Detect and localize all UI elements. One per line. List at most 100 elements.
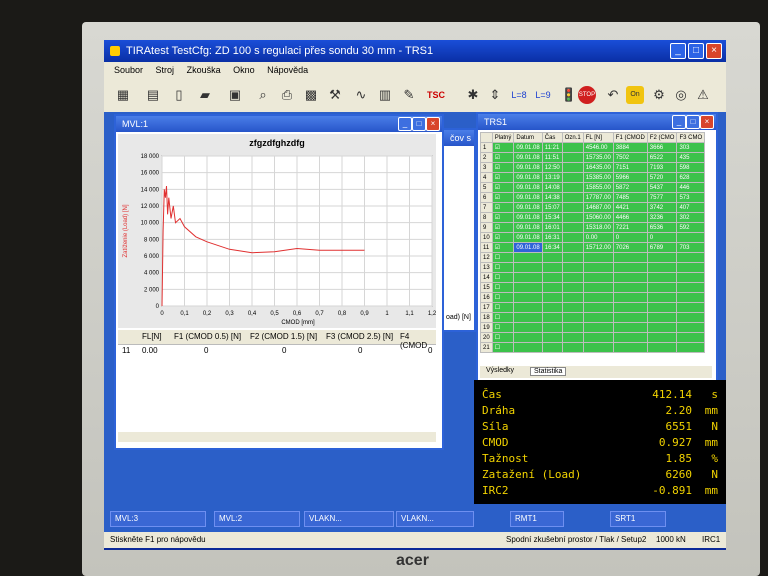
table-row[interactable]: 12 ☐ <box>480 252 706 263</box>
task-mvl2[interactable]: MVL:2 <box>214 511 300 527</box>
trs1-cell[interactable]: 09.01.08 <box>513 232 543 243</box>
trs1-cell[interactable] <box>582 282 614 293</box>
trs1-cell[interactable]: 6 <box>480 192 493 203</box>
trs1-cell[interactable]: 09.01.08 <box>513 142 543 153</box>
save-icon[interactable]: ▣ <box>226 86 244 104</box>
table-row[interactable]: 10 ☑ 09.01.08 16:31 0.00 0 0 <box>480 232 706 243</box>
trs1-cell[interactable] <box>612 332 648 343</box>
trs1-cell[interactable]: 302 <box>676 212 706 223</box>
trs1-cell[interactable]: ☑ <box>491 192 515 203</box>
trs1-cell[interactable] <box>646 272 678 283</box>
trs1-cell[interactable]: 14687.00 <box>582 202 614 213</box>
table-row[interactable]: 7 ☑ 09.01.08 15:07 14687.00 4421 3742 407 <box>480 202 706 213</box>
mvl1-window[interactable]: MVL:1 _ □ × zfgzdfghzdfg 0 2 000 4 000 6 00… <box>114 114 444 450</box>
tsc-button[interactable]: TSC <box>424 86 448 104</box>
trs1-cell[interactable]: ☑ <box>491 172 515 183</box>
trs1-cell[interactable]: 628 <box>676 172 706 183</box>
trs1-close-button[interactable]: × <box>700 115 714 129</box>
trs1-cell[interactable] <box>541 292 563 303</box>
trs1-cell[interactable]: 407 <box>676 202 706 213</box>
trs1-cell[interactable] <box>541 332 563 343</box>
trs1-cell[interactable]: 12:50 <box>541 162 563 173</box>
trs1-cell[interactable] <box>561 242 584 253</box>
menu-okno[interactable]: Okno <box>233 65 255 75</box>
trs1-cell[interactable]: 7485 <box>612 192 648 203</box>
trs1-cell[interactable]: 18 <box>480 312 493 323</box>
trs1-cell[interactable] <box>561 182 584 193</box>
trs1-cell[interactable]: 3742 <box>646 202 678 213</box>
trs1-cell[interactable]: 0.00 <box>582 232 614 243</box>
trs1-cell[interactable] <box>676 342 706 353</box>
table-row[interactable]: 19 ☐ <box>480 322 706 333</box>
target-icon[interactable]: ◎ <box>672 86 690 104</box>
chart-settings-icon[interactable]: ▩ <box>302 86 320 104</box>
trs1-cell[interactable]: ☐ <box>491 272 515 283</box>
trs1-cell[interactable] <box>676 272 706 283</box>
trs1-cell[interactable] <box>676 262 706 273</box>
table-row[interactable]: 13 ☐ <box>480 262 706 273</box>
trs1-cell[interactable]: ☑ <box>491 212 515 223</box>
trs1-cell[interactable]: 435 <box>676 152 706 163</box>
trs1-cell[interactable]: 1 <box>480 142 493 153</box>
trs1-cell[interactable]: 4 <box>480 172 493 183</box>
trs1-cell[interactable]: 09.01.08 <box>513 182 543 193</box>
trs1-cell[interactable]: 7193 <box>646 162 678 173</box>
trs1-cell[interactable]: 12 <box>480 252 493 263</box>
trs1-cell[interactable] <box>612 312 648 323</box>
task-vlakn1[interactable]: VLAKN... <box>304 511 394 527</box>
trs1-cell[interactable]: 13:19 <box>541 172 563 183</box>
trs1-cell[interactable]: 7502 <box>612 152 648 163</box>
trs1-cell[interactable] <box>676 282 706 293</box>
trs1-cell[interactable]: ☑ <box>491 162 515 173</box>
trs1-cell[interactable]: 09.01.08 <box>513 202 543 213</box>
trs1-cell[interactable] <box>541 262 563 273</box>
trs1-cell[interactable] <box>561 152 584 163</box>
trs1-cell[interactable] <box>541 272 563 283</box>
l9-button[interactable]: L=9 <box>532 86 554 104</box>
stop-icon[interactable]: STOP <box>578 86 596 104</box>
trs1-cell[interactable] <box>612 342 648 353</box>
trs1-cell[interactable] <box>541 342 563 353</box>
trs1-cell[interactable]: 4546.00 <box>582 142 614 153</box>
trs1-cell[interactable]: ☑ <box>491 222 515 233</box>
task-vlakn2[interactable]: VLAKN... <box>396 511 474 527</box>
trs1-cell[interactable] <box>561 222 584 233</box>
trs1-col-header[interactable]: Datum <box>513 132 543 143</box>
trs1-cell[interactable] <box>646 312 678 323</box>
table-row[interactable]: 5 ☑ 09.01.08 14:08 15855.00 5872 5437 446 <box>480 182 706 193</box>
trs1-cell[interactable] <box>541 302 563 313</box>
tab-statistika[interactable]: Statistika <box>530 367 567 376</box>
mvl1-minimize-button[interactable]: _ <box>398 117 412 131</box>
trs1-cell[interactable] <box>612 272 648 283</box>
trs1-cell[interactable] <box>561 302 584 313</box>
trs1-cell[interactable]: 9 <box>480 222 493 233</box>
table-row[interactable]: 9 ☑ 09.01.08 16:01 15318.00 7221 6536 592 <box>480 222 706 233</box>
trs1-maximize-button[interactable]: □ <box>686 115 700 129</box>
trs1-cell[interactable]: 5 <box>480 182 493 193</box>
trs1-cell[interactable]: 3236 <box>646 212 678 223</box>
trs1-cell[interactable]: 09.01.08 <box>513 162 543 173</box>
trs1-cell[interactable]: 3 <box>480 162 493 173</box>
tab-vysledky[interactable]: Výsledky <box>486 367 514 374</box>
trs1-cell[interactable]: 14:08 <box>541 182 563 193</box>
trs1-cell[interactable]: 16 <box>480 292 493 303</box>
table-row[interactable]: 18 ☐ <box>480 312 706 323</box>
trs1-cell[interactable] <box>646 342 678 353</box>
trs1-cell[interactable]: ☐ <box>491 312 515 323</box>
trs1-cell[interactable]: 16435.00 <box>582 162 614 173</box>
report-icon[interactable]: ▤ <box>144 86 162 104</box>
table-row[interactable]: 20 ☐ <box>480 332 706 343</box>
table-row[interactable]: 21 ☐ <box>480 342 706 353</box>
trs1-cell[interactable]: 6536 <box>646 222 678 233</box>
trs1-col-header[interactable]: FL [N] <box>582 132 614 143</box>
trs1-cell[interactable]: 10 <box>480 232 493 243</box>
trs1-cell[interactable] <box>561 322 584 333</box>
menu-soubor[interactable]: Soubor <box>114 65 143 75</box>
table-row[interactable]: 3 ☑ 09.01.08 12:50 16435.00 7151 7193 598 <box>480 162 706 173</box>
trs1-cell[interactable] <box>676 252 706 263</box>
trs1-cell[interactable] <box>676 292 706 303</box>
table-row[interactable]: 14 ☐ <box>480 272 706 283</box>
trs1-col-header[interactable]: Čas <box>541 132 563 143</box>
table-row[interactable]: 11 0.00 0 0 0 0 <box>118 344 436 356</box>
trs1-cell[interactable] <box>582 272 614 283</box>
